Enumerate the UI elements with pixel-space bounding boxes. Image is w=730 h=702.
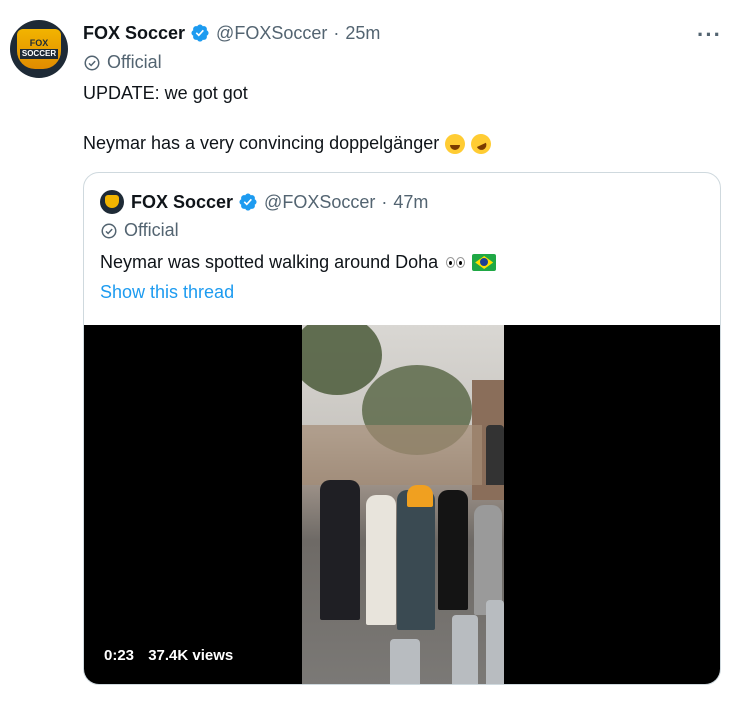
logo-text-soccer: SOCCER (19, 49, 59, 59)
verified-badge-icon (191, 24, 209, 42)
video-thumbnail (302, 325, 504, 684)
quoted-tweet-text-content: Neymar was spotted walking around Doha (100, 252, 439, 272)
separator-dot: · (333, 22, 340, 43)
quoted-verified-badge-icon (239, 193, 257, 211)
video-player[interactable]: 0:23 37.4K views (84, 325, 720, 684)
timestamp[interactable]: 25m (345, 23, 380, 44)
quoted-timestamp: 47m (393, 191, 429, 212)
show-thread-link[interactable]: Show this thread (100, 282, 234, 303)
brazil-flag-emoji-icon (472, 254, 497, 271)
tweet-header: FOX Soccer @FOXSoccer · 25m (83, 20, 380, 46)
grinning-sweat-emoji-icon (445, 133, 466, 154)
official-label: Official (83, 52, 162, 73)
quoted-tweet-text: Neymar was spotted walking around Doha (100, 252, 497, 273)
tweet-text-line2: Neymar has a very convincing doppelgänge… (83, 130, 495, 157)
quoted-official-check-icon (101, 223, 117, 238)
eyes-emoji-icon (446, 257, 466, 268)
quoted-avatar (100, 190, 124, 214)
quoted-tweet-card[interactable]: FOX Soccer @FOXSoccer · 47m Official Ney… (83, 172, 721, 685)
quoted-tweet-header: FOX Soccer @FOXSoccer · 47m (100, 190, 428, 214)
rofl-emoji-icon (467, 130, 495, 157)
video-views: 37.4K views (148, 647, 234, 664)
fox-soccer-logo: FOX SOCCER (17, 29, 61, 69)
quoted-official-text: Official (124, 220, 179, 240)
author-handle[interactable]: @FOXSoccer (216, 23, 327, 44)
author-name[interactable]: FOX Soccer (83, 23, 185, 44)
tweet-text-line2-text: Neymar has a very convincing doppelgänge… (83, 133, 440, 153)
quoted-separator-dot: · (381, 191, 388, 212)
quoted-official-label: Official (100, 220, 179, 241)
official-text: Official (107, 52, 162, 72)
tweet-text-line1: UPDATE: we got got (83, 83, 248, 103)
official-check-icon (84, 55, 100, 70)
video-duration: 0:23 (104, 647, 135, 664)
avatar[interactable]: FOX SOCCER (10, 20, 68, 78)
video-meta: 0:23 37.4K views (104, 647, 243, 664)
quoted-author-name: FOX Soccer (131, 191, 234, 212)
logo-text-fox: FOX (29, 38, 49, 48)
more-options-icon[interactable]: ··· (697, 22, 722, 48)
quoted-author-handle: @FOXSoccer (264, 191, 376, 212)
